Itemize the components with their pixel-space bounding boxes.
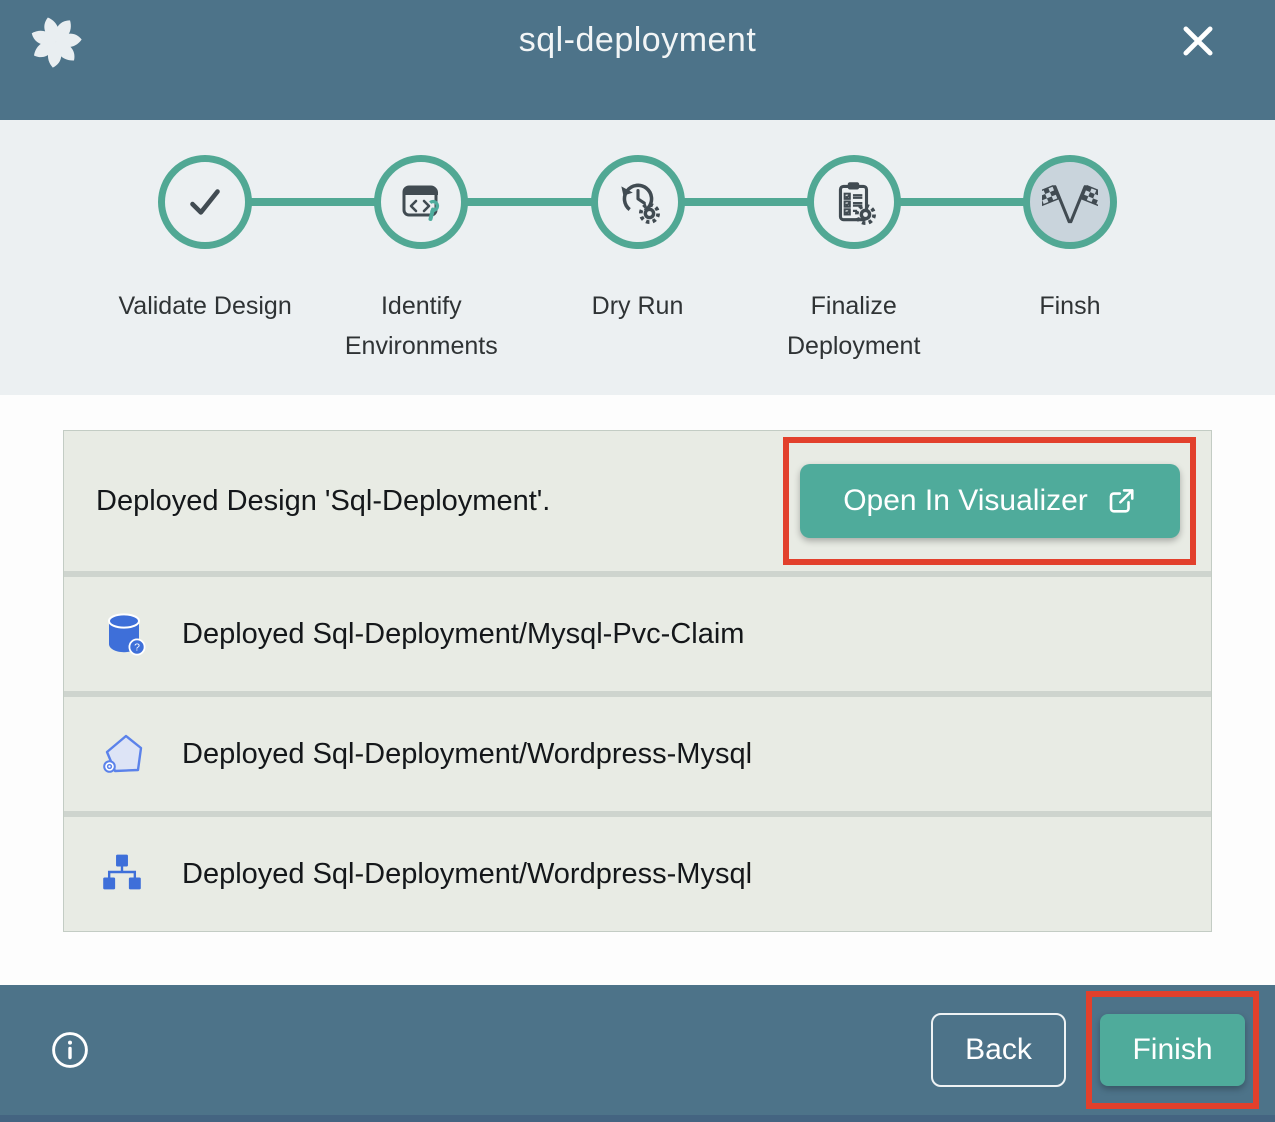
step-circle-finalize-deployment (807, 155, 901, 249)
step-label: Identify Environments (319, 286, 524, 366)
step-circle-finish (1023, 155, 1117, 249)
step-label: Finalize Deployment (751, 286, 956, 366)
history-gear-icon (613, 177, 663, 227)
step-dry-run: Dry Run (529, 155, 745, 366)
deployed-item-row[interactable]: Deployed Sql-Deployment/Wordpress-Mysql (64, 811, 1211, 931)
finish-button[interactable]: Finish (1100, 1014, 1245, 1086)
deployed-design-row: Deployed Design 'Sql-Deployment'. Open I… (64, 431, 1211, 571)
deployed-item-text: Deployed Sql-Deployment/Wordpress-Mysql (182, 738, 752, 771)
external-link-icon (1106, 486, 1136, 516)
step-identify-environments: Identify Environments (313, 155, 529, 366)
step-finalize-deployment: Finalize Deployment (746, 155, 962, 366)
open-in-visualizer-label: Open In Visualizer (843, 484, 1088, 518)
info-icon (50, 1030, 90, 1070)
modal-header: sql-deployment (0, 0, 1275, 120)
deployment-modal: sql-deployment Validate Design (0, 0, 1275, 1122)
modal-footer: Back Finish (0, 985, 1275, 1115)
step-label: Validate Design (118, 286, 291, 326)
step-circle-dry-run (591, 155, 685, 249)
step-label: Finsh (1039, 286, 1100, 326)
check-icon (180, 177, 230, 227)
deployed-item-text: Deployed Sql-Deployment/Mysql-Pvc-Claim (182, 618, 744, 651)
back-button[interactable]: Back (931, 1013, 1066, 1087)
deployed-item-row[interactable]: Deployed Sql-Deployment/Wordpress-Mysql (64, 691, 1211, 811)
results-card: Deployed Design 'Sql-Deployment'. Open I… (63, 430, 1212, 932)
service-pentagon-icon (100, 730, 148, 778)
checkered-flags-icon (1042, 174, 1098, 230)
info-button[interactable] (50, 1030, 90, 1070)
close-icon (1176, 19, 1220, 63)
code-window-wrench-icon (397, 178, 445, 226)
close-button[interactable] (1176, 19, 1220, 63)
step-circle-identify-environments (374, 155, 468, 249)
database-icon: ? (100, 610, 148, 658)
annotation-highlight-open-in-visualizer: Open In Visualizer (783, 437, 1196, 565)
deployed-item-row[interactable]: ? Deployed Sql-Deployment/Mysql-Pvc-Clai… (64, 571, 1211, 691)
open-in-visualizer-button[interactable]: Open In Visualizer (800, 464, 1180, 538)
svg-text:?: ? (134, 642, 140, 654)
step-circle-validate-design (158, 155, 252, 249)
clipboard-gear-icon (829, 177, 879, 227)
bottom-edge (0, 1115, 1275, 1122)
stepper: Validate Design Identify Environments (0, 120, 1275, 395)
deployed-design-message: Deployed Design 'Sql-Deployment'. (96, 485, 550, 518)
step-label: Dry Run (592, 286, 684, 326)
deployed-item-text: Deployed Sql-Deployment/Wordpress-Mysql (182, 858, 752, 891)
step-finish: Finsh (962, 155, 1178, 366)
deployment-hierarchy-icon (100, 850, 148, 898)
results-section: Deployed Design 'Sql-Deployment'. Open I… (0, 395, 1275, 932)
step-validate-design: Validate Design (97, 155, 313, 366)
annotation-highlight-finish: Finish (1086, 991, 1259, 1109)
modal-title: sql-deployment (0, 21, 1275, 60)
